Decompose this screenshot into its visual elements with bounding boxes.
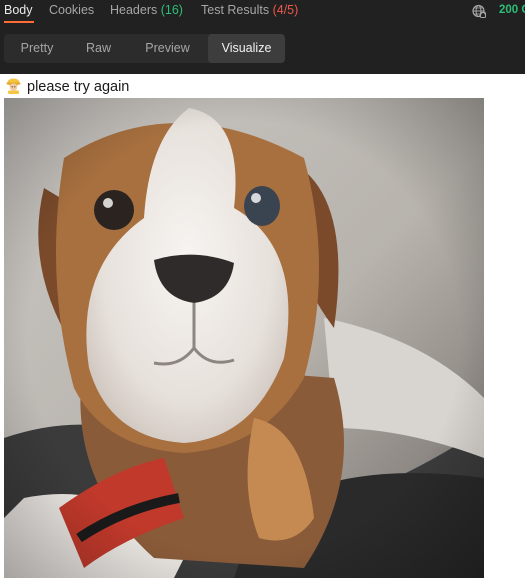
visualizer-message: please try again	[5, 77, 129, 97]
message-text: please try again	[27, 79, 130, 95]
tab-cookies[interactable]: Cookies	[49, 3, 94, 17]
headers-count: (16)	[160, 3, 183, 17]
active-tab-indicator	[4, 21, 34, 23]
view-mode-switcher: Pretty Raw Preview Visualize	[4, 34, 285, 63]
globe-icon[interactable]	[472, 4, 486, 18]
construction-worker-emoji-icon	[6, 78, 21, 94]
tab-test-results[interactable]: Test Results (4/5)	[201, 3, 298, 17]
bulldog-puppy-photo	[4, 98, 484, 578]
response-tabs: Body Cookies Headers (16) Test Results (…	[0, 0, 525, 24]
tab-tests-label: Test Results	[201, 3, 270, 17]
tab-headers[interactable]: Headers (16)	[110, 3, 183, 17]
status-code: 200 O	[499, 4, 525, 16]
view-preview-button[interactable]: Preview	[127, 34, 208, 63]
visualizer-panel: please try again	[0, 74, 525, 586]
view-raw-button[interactable]: Raw	[70, 34, 127, 63]
tab-body[interactable]: Body	[4, 3, 33, 17]
view-visualize-button[interactable]: Visualize	[208, 34, 285, 63]
view-pretty-button[interactable]: Pretty	[4, 34, 70, 63]
tests-count: (4/5)	[272, 3, 299, 17]
tab-headers-label: Headers	[110, 3, 158, 17]
